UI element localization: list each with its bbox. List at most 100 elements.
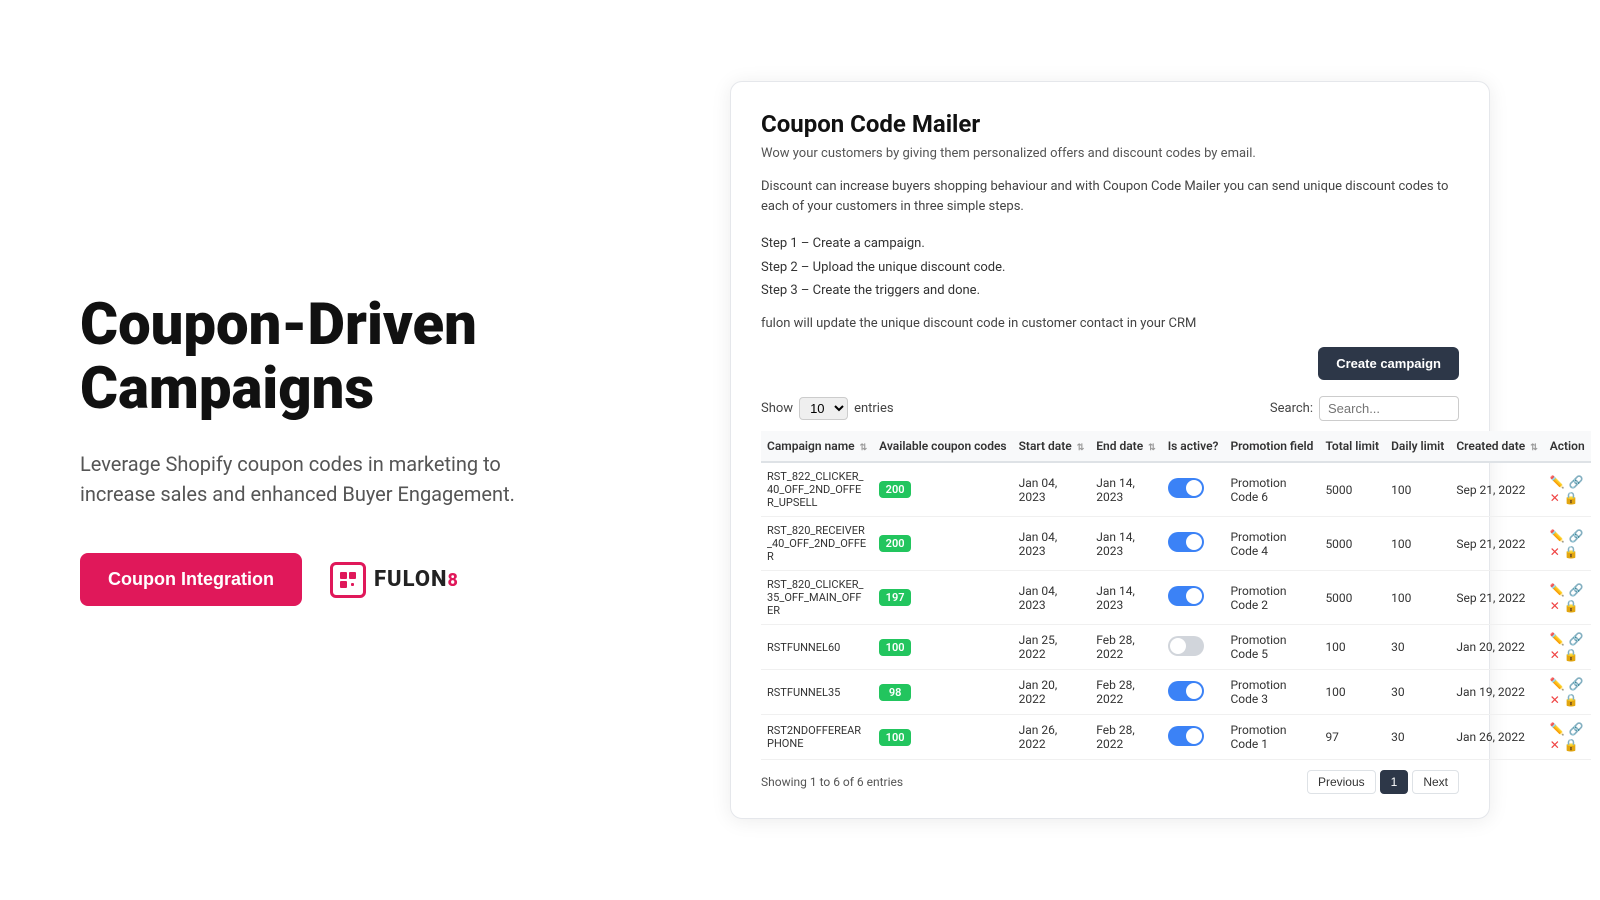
active-toggle[interactable]	[1168, 681, 1204, 701]
cell-action: ✏️ 🔗 ✕ 🔒	[1544, 517, 1591, 571]
edit-icon[interactable]: ✏️	[1550, 632, 1565, 646]
cell-promo: Promotion Code 3	[1224, 670, 1319, 715]
cta-row: Coupon Integration FULON8	[80, 553, 560, 606]
link-icon[interactable]: 🔗	[1569, 677, 1584, 691]
cell-active[interactable]	[1162, 625, 1225, 670]
showing-label: Showing 1 to 6 of 6 entries	[761, 775, 903, 789]
active-toggle[interactable]	[1168, 586, 1204, 606]
cell-total: 5000	[1319, 517, 1385, 571]
cell-daily: 100	[1385, 517, 1450, 571]
cell-active[interactable]	[1162, 715, 1225, 760]
delete-icon[interactable]: ✕	[1550, 738, 1560, 752]
action-icons: ✏️ 🔗 ✕ 🔒	[1550, 632, 1585, 662]
cell-created: Sep 21, 2022	[1450, 517, 1543, 571]
link-icon[interactable]: 🔗	[1569, 529, 1584, 543]
info-icon[interactable]: 🔒	[1564, 648, 1579, 662]
cell-codes: 200	[873, 517, 1012, 571]
cell-active[interactable]	[1162, 517, 1225, 571]
delete-icon[interactable]: ✕	[1550, 545, 1560, 559]
cell-daily: 30	[1385, 715, 1450, 760]
cell-daily: 100	[1385, 462, 1450, 517]
create-campaign-button[interactable]: Create campaign	[1318, 347, 1459, 380]
cell-action: ✏️ 🔗 ✕ 🔒	[1544, 670, 1591, 715]
cell-created: Sep 21, 2022	[1450, 571, 1543, 625]
search-box: Search:	[1270, 396, 1459, 421]
info-icon[interactable]: 🔒	[1564, 491, 1579, 505]
col-end-date: End date ⇅	[1090, 431, 1161, 462]
right-panel: Coupon Code Mailer Wow your customers by…	[640, 61, 1600, 840]
table-header-row: Campaign name ⇅ Available coupon codes S…	[761, 431, 1591, 462]
delete-icon[interactable]: ✕	[1550, 693, 1560, 707]
next-button[interactable]: Next	[1412, 770, 1459, 794]
active-toggle[interactable]	[1168, 532, 1204, 552]
edit-icon[interactable]: ✏️	[1550, 529, 1565, 543]
action-row-2: ✕ 🔒	[1550, 738, 1585, 752]
delete-icon[interactable]: ✕	[1550, 599, 1560, 613]
hero-subtitle: Leverage Shopify coupon codes in marketi…	[80, 449, 560, 509]
delete-icon[interactable]: ✕	[1550, 491, 1560, 505]
col-campaign-name: Campaign name ⇅	[761, 431, 873, 462]
cell-end: Jan 14, 2023	[1090, 517, 1161, 571]
col-daily: Daily limit	[1385, 431, 1450, 462]
link-icon[interactable]: 🔗	[1569, 722, 1584, 736]
cell-start: Jan 26, 2022	[1013, 715, 1091, 760]
active-toggle[interactable]	[1168, 478, 1204, 498]
action-row-1: ✏️ 🔗	[1550, 583, 1585, 597]
info-icon[interactable]: 🔒	[1564, 599, 1579, 613]
cell-action: ✏️ 🔗 ✕ 🔒	[1544, 715, 1591, 760]
col-total: Total limit	[1319, 431, 1385, 462]
show-entries: Show 10 25 50 entries	[761, 397, 894, 420]
step-2: Step 2 – Upload the unique discount code…	[761, 256, 1459, 279]
app-steps: Step 1 – Create a campaign. Step 2 – Upl…	[761, 232, 1459, 302]
info-icon[interactable]: 🔒	[1564, 545, 1579, 559]
cell-daily: 30	[1385, 670, 1450, 715]
col-available-codes: Available coupon codes	[873, 431, 1012, 462]
active-toggle[interactable]	[1168, 636, 1204, 656]
active-toggle[interactable]	[1168, 726, 1204, 746]
col-action: Action	[1544, 431, 1591, 462]
cell-codes: 98	[873, 670, 1012, 715]
search-input[interactable]	[1319, 396, 1459, 421]
cell-active[interactable]	[1162, 670, 1225, 715]
cell-daily: 30	[1385, 625, 1450, 670]
cell-promo: Promotion Code 2	[1224, 571, 1319, 625]
create-btn-row: Create campaign	[761, 347, 1459, 380]
info-icon[interactable]: 🔒	[1564, 738, 1579, 752]
action-icons: ✏️ 🔗 ✕ 🔒	[1550, 722, 1585, 752]
fulon-text: FULON8	[374, 567, 459, 592]
cell-active[interactable]	[1162, 571, 1225, 625]
link-icon[interactable]: 🔗	[1569, 632, 1584, 646]
link-icon[interactable]: 🔗	[1569, 475, 1584, 489]
info-icon[interactable]: 🔒	[1564, 693, 1579, 707]
col-created: Created date ⇅	[1450, 431, 1543, 462]
cell-promo: Promotion Code 1	[1224, 715, 1319, 760]
cell-end: Jan 14, 2023	[1090, 571, 1161, 625]
table-row: RSTFUNNEL35 98 Jan 20, 2022 Feb 28, 2022…	[761, 670, 1591, 715]
table-row: RST_822_CLICKER_40_OFF_2ND_OFFER_UPSELL …	[761, 462, 1591, 517]
action-row-1: ✏️ 🔗	[1550, 475, 1585, 489]
show-label: Show	[761, 401, 793, 416]
cell-end: Feb 28, 2022	[1090, 670, 1161, 715]
coupon-integration-button[interactable]: Coupon Integration	[80, 553, 302, 606]
edit-icon[interactable]: ✏️	[1550, 475, 1565, 489]
cell-active[interactable]	[1162, 462, 1225, 517]
edit-icon[interactable]: ✏️	[1550, 583, 1565, 597]
edit-icon[interactable]: ✏️	[1550, 722, 1565, 736]
edit-icon[interactable]: ✏️	[1550, 677, 1565, 691]
delete-icon[interactable]: ✕	[1550, 648, 1560, 662]
fulon-icon	[330, 562, 366, 598]
prev-button[interactable]: Previous	[1307, 770, 1376, 794]
fulon-logo: FULON8	[330, 562, 459, 598]
action-row-2: ✕ 🔒	[1550, 648, 1585, 662]
cell-action: ✏️ 🔗 ✕ 🔒	[1544, 462, 1591, 517]
cell-total: 100	[1319, 670, 1385, 715]
app-tagline: Wow your customers by giving them person…	[761, 146, 1459, 161]
cell-total: 5000	[1319, 462, 1385, 517]
table-row: RST_820_RECEIVER_40_OFF_2ND_OFFER 200 Ja…	[761, 517, 1591, 571]
page-1-button[interactable]: 1	[1380, 770, 1409, 794]
cell-created: Sep 21, 2022	[1450, 462, 1543, 517]
link-icon[interactable]: 🔗	[1569, 583, 1584, 597]
entries-select[interactable]: 10 25 50	[799, 397, 848, 420]
cell-action: ✏️ 🔗 ✕ 🔒	[1544, 625, 1591, 670]
cell-daily: 100	[1385, 571, 1450, 625]
